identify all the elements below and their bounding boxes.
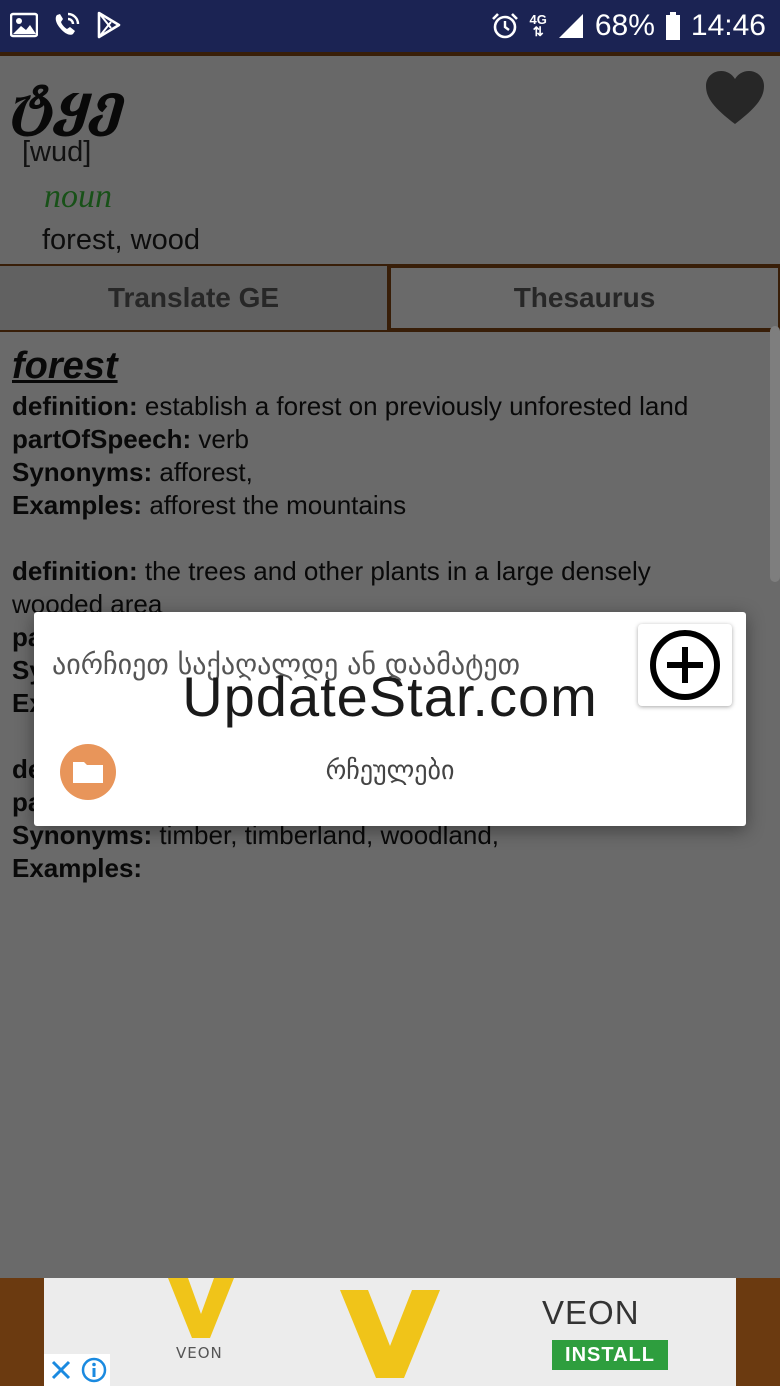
watermark: UpdateStar.com xyxy=(182,665,598,728)
ad-info-icon[interactable] xyxy=(77,1354,110,1386)
signal-icon xyxy=(558,14,583,38)
battery-icon xyxy=(665,12,680,40)
ad-content[interactable]: VEON VEON INSTALL xyxy=(44,1278,736,1386)
play-store-icon xyxy=(97,11,121,39)
veon-logo-icon xyxy=(168,1278,234,1338)
ad-banner[interactable]: VEON VEON INSTALL xyxy=(0,1278,780,1386)
ad-controls xyxy=(44,1354,110,1386)
ad-brand: VEON xyxy=(542,1294,640,1331)
folder-item-favorites[interactable]: რჩეულები xyxy=(34,742,746,802)
status-bar: 4G ⇅ 68% 14:46 xyxy=(0,0,780,52)
install-button[interactable]: INSTALL xyxy=(552,1340,668,1370)
network-type: 4G ⇅ xyxy=(529,12,547,39)
ad-brand-small: VEON xyxy=(176,1344,223,1362)
gallery-icon xyxy=(10,12,38,38)
veon-big-logo-icon xyxy=(340,1290,440,1378)
clock: 14:46 xyxy=(690,9,766,42)
ad-close-icon[interactable] xyxy=(44,1354,77,1386)
wifi-call-icon xyxy=(55,12,80,35)
battery-percent: 68% xyxy=(594,9,655,42)
alarm-icon xyxy=(491,13,518,39)
folder-label: რჩეულები xyxy=(325,756,455,786)
